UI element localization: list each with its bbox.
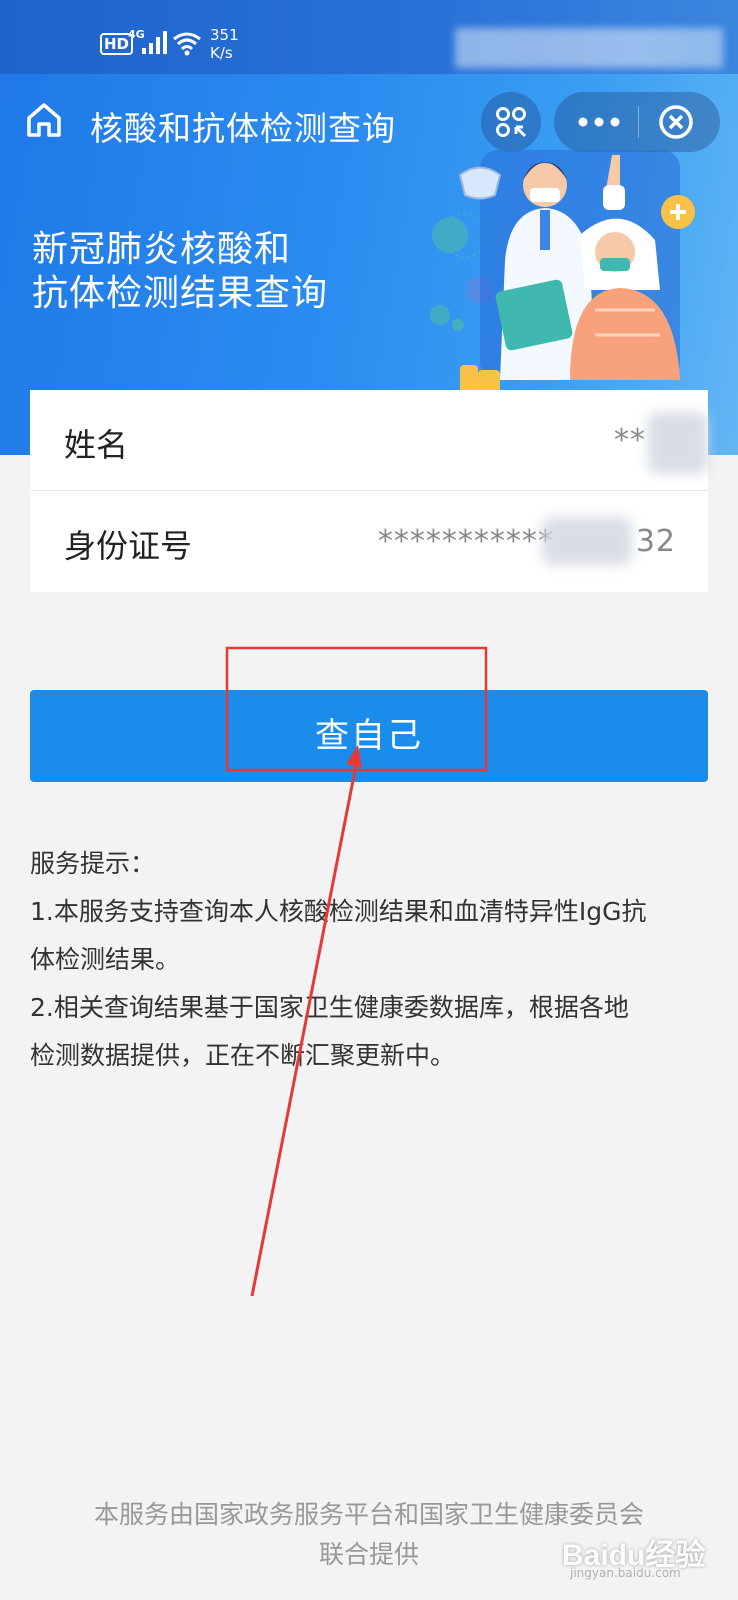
id-suffix: 32 — [635, 524, 676, 559]
hero-line-2: 抗体检测结果查询 — [32, 273, 329, 314]
signal-icon — [142, 31, 167, 54]
name-row[interactable]: 姓名 ** — [30, 390, 708, 490]
header-banner: HD 4G 351 K/s 核酸和抗体检测查询 新冠肺炎核酸和 抗体检测结果查询 — [0, 0, 738, 455]
scan-icon — [496, 107, 527, 138]
status-bar: HD 4G 351 K/s — [0, 0, 738, 74]
redacted-name — [648, 412, 708, 474]
page-title: 核酸和抗体检测查询 — [90, 109, 396, 148]
home-icon[interactable] — [24, 100, 64, 140]
identity-form: 姓名 ** 身份证号 *********** 32 — [30, 390, 708, 592]
footer-line-1: 本服务由国家政务服务平台和国家卫生健康委员会 — [93, 1500, 644, 1529]
page: HD 4G 351 K/s 核酸和抗体检测查询 新冠肺炎核酸和 抗体检测结果查询… — [0, 0, 738, 1600]
close-icon[interactable] — [658, 104, 694, 140]
service-tips: 服务提示： 1.本服务支持查询本人核酸检测结果和血清特异性IgG抗 体检测结果。… — [30, 840, 710, 1080]
redacted-status — [455, 28, 723, 68]
tips-line-1b: 体检测结果。 — [30, 945, 181, 974]
tips-line-2: 2.相关查询结果基于国家卫生健康委数据库，根据各地 — [30, 993, 629, 1022]
wifi-icon — [173, 32, 201, 56]
query-self-button[interactable]: 查自己 — [30, 690, 708, 782]
network-speed: 351 K/s — [210, 26, 239, 62]
tips-line-1: 1.本服务支持查询本人核酸检测结果和血清特异性IgG抗 — [30, 897, 647, 926]
tips-heading: 服务提示： — [30, 849, 156, 878]
hero-line-1: 新冠肺炎核酸和 — [32, 229, 292, 270]
more-icon[interactable] — [574, 110, 624, 134]
tips-line-2b: 检测数据提供，正在不断汇聚更新中。 — [30, 1041, 456, 1070]
name-value: ** — [614, 423, 646, 458]
redacted-id — [542, 517, 632, 565]
id-label: 身份证号 — [64, 527, 193, 565]
watermark-url: jingyan.baidu.com — [570, 1566, 681, 1580]
id-masked: *********** — [377, 524, 554, 559]
name-label: 姓名 — [64, 426, 129, 464]
hero-text: 新冠肺炎核酸和 抗体检测结果查询 — [32, 228, 328, 316]
capsule-divider — [638, 106, 639, 138]
id-row[interactable]: 身份证号 *********** 32 — [30, 491, 708, 591]
